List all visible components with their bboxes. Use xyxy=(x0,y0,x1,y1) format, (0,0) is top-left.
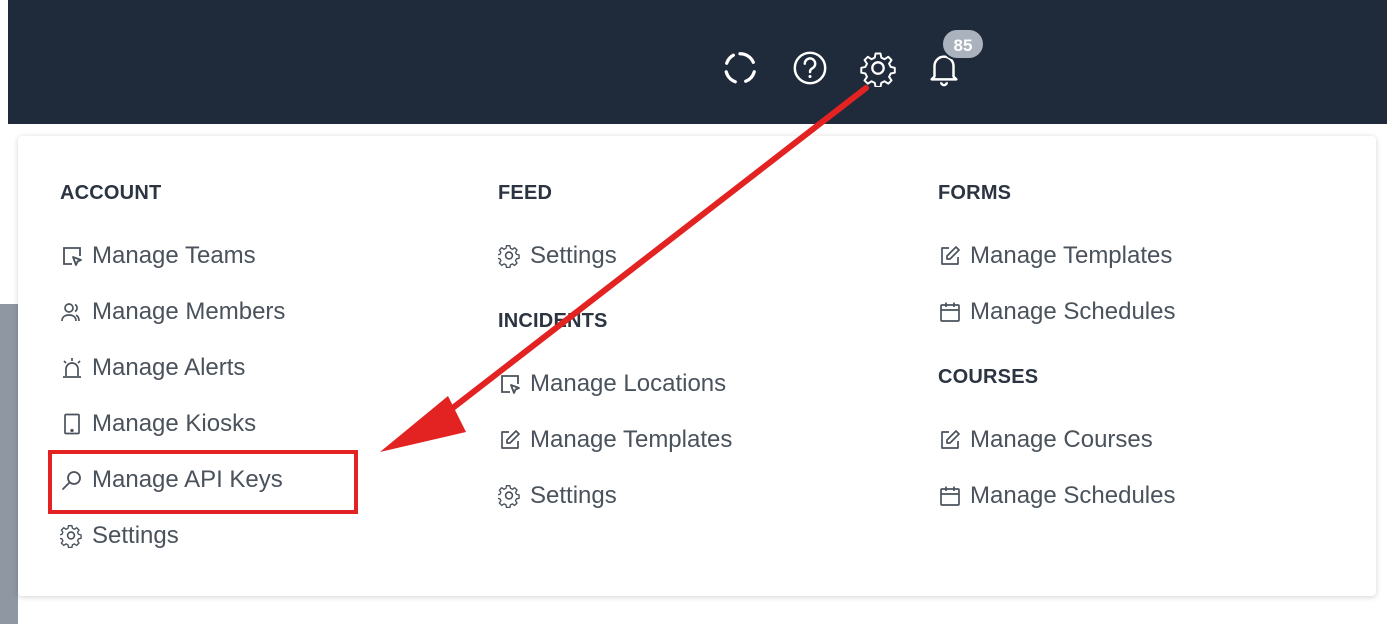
forms-heading: FORMS xyxy=(938,182,1012,204)
forms-manage-templates-label: Manage Templates xyxy=(970,242,1173,269)
annotation-highlight-box xyxy=(48,450,358,514)
window-edge xyxy=(0,0,8,124)
alarm-icon xyxy=(63,358,81,378)
manage-courses-link[interactable]: Manage Courses xyxy=(938,426,1153,454)
manage-teams-label: Manage Teams xyxy=(92,242,256,269)
loading-ring-icon[interactable] xyxy=(718,46,762,90)
gear-icon[interactable] xyxy=(856,46,900,90)
cursor-select-icon xyxy=(501,375,520,394)
account-settings-label: Settings xyxy=(92,522,179,549)
manage-kiosks-link[interactable]: Manage Kiosks xyxy=(60,410,256,438)
settings-dropdown-menu: ACCOUNT Manage Teams Manage Members Mana… xyxy=(18,136,1376,596)
manage-teams-link[interactable]: Manage Teams xyxy=(60,242,256,270)
manage-locations-link[interactable]: Manage Locations xyxy=(498,370,726,398)
background-page xyxy=(0,124,18,624)
manage-kiosks-label: Manage Kiosks xyxy=(92,410,257,437)
cursor-select-icon xyxy=(63,247,82,266)
gear-icon xyxy=(498,485,520,508)
manage-members-link[interactable]: Manage Members xyxy=(60,298,285,326)
help-icon[interactable] xyxy=(788,46,832,90)
incidents-manage-templates-link[interactable]: Manage Templates xyxy=(498,426,732,454)
edit-icon xyxy=(941,430,960,449)
background-sidebar-block xyxy=(0,304,18,624)
feed-settings-label: Settings xyxy=(530,242,617,269)
feed-settings-link[interactable]: Settings xyxy=(498,242,617,270)
manage-members-label: Manage Members xyxy=(92,298,286,325)
forms-manage-schedules-label: Manage Schedules xyxy=(970,298,1176,325)
forms-manage-templates-link[interactable]: Manage Templates xyxy=(938,242,1172,270)
feed-heading: FEED xyxy=(498,182,553,204)
courses-heading: COURSES xyxy=(938,366,1039,388)
gear-icon xyxy=(498,245,520,268)
users-icon xyxy=(61,303,80,322)
incidents-settings-label: Settings xyxy=(530,482,617,509)
tablet-icon xyxy=(64,413,80,435)
edit-icon xyxy=(941,246,960,265)
account-settings-link[interactable]: Settings xyxy=(60,522,179,550)
gear-icon xyxy=(60,525,82,548)
edit-icon xyxy=(501,430,520,449)
top-navigation-bar: 85 xyxy=(0,0,1387,124)
courses-manage-schedules-label: Manage Schedules xyxy=(970,482,1176,509)
manage-locations-label: Manage Locations xyxy=(530,370,727,397)
incidents-manage-templates-label: Manage Templates xyxy=(530,426,733,453)
manage-courses-label: Manage Courses xyxy=(970,426,1153,453)
account-heading: ACCOUNT xyxy=(60,182,162,204)
manage-alerts-link[interactable]: Manage Alerts xyxy=(60,354,245,382)
courses-manage-schedules-link[interactable]: Manage Schedules xyxy=(938,482,1175,510)
calendar-icon xyxy=(940,486,960,506)
manage-alerts-label: Manage Alerts xyxy=(92,354,246,381)
incidents-heading: INCIDENTS xyxy=(498,310,608,332)
calendar-icon xyxy=(940,302,960,322)
notification-count-badge: 85 xyxy=(941,28,985,60)
incidents-settings-link[interactable]: Settings xyxy=(498,482,617,510)
forms-manage-schedules-link[interactable]: Manage Schedules xyxy=(938,298,1175,326)
